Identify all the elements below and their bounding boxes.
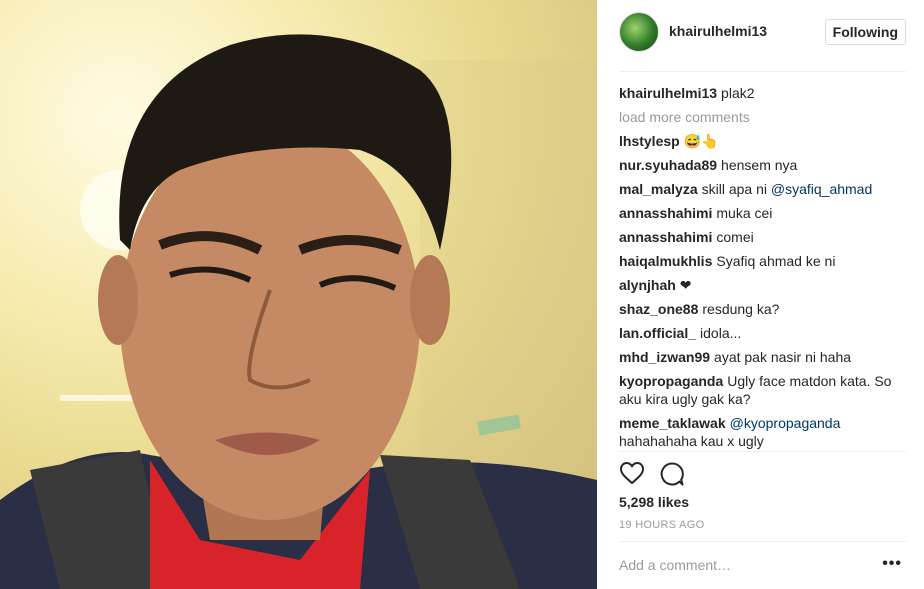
- selfie-illustration: [0, 34, 597, 589]
- mention-link[interactable]: @kyopropaganda: [730, 415, 841, 431]
- comment-text: hahahahaha kau x ugly: [619, 433, 764, 449]
- post-photo[interactable]: [0, 0, 597, 589]
- comment-item: nur.syuhada89 hensem nya: [619, 156, 909, 174]
- comment-text: ayat pak nasir ni haha: [714, 349, 852, 365]
- comment-text: Syafiq ahmad ke ni: [716, 253, 836, 269]
- post-details-panel: khairulhelmi13 Following khairulhelmi13 p…: [597, 0, 924, 589]
- comment-username[interactable]: haiqalmukhlis: [619, 253, 712, 269]
- instagram-post-view: khairulhelmi13 Following khairulhelmi13 p…: [0, 0, 924, 589]
- likes-count[interactable]: 5,298 likes: [619, 494, 689, 510]
- comment-username[interactable]: meme_taklawak: [619, 415, 726, 431]
- comment-username[interactable]: mal_malyza: [619, 181, 698, 197]
- mention-link[interactable]: @syafiq_ahmad: [771, 181, 872, 197]
- add-comment-input[interactable]: [619, 557, 869, 573]
- following-button[interactable]: Following: [824, 19, 906, 45]
- caption-username[interactable]: khairulhelmi13: [619, 85, 717, 101]
- post-timestamp[interactable]: 19 HOURS AGO: [619, 519, 705, 531]
- heart-icon[interactable]: [619, 461, 645, 490]
- comment-text: skill apa ni: [701, 181, 767, 197]
- comment-username[interactable]: nur.syuhada89: [619, 157, 717, 173]
- comment-text: muka cei: [716, 205, 773, 221]
- username-link[interactable]: khairulhelmi13: [669, 23, 767, 39]
- comment-username[interactable]: annasshahimi: [619, 205, 712, 221]
- comment-username[interactable]: kyopropaganda: [619, 373, 723, 389]
- comment-text: resdung ka?: [702, 301, 780, 317]
- comment-username[interactable]: alynjhah: [619, 277, 676, 293]
- comment-item: haiqalmukhlis Syafiq ahmad ke ni: [619, 252, 909, 270]
- post-header: khairulhelmi13 Following: [619, 12, 906, 52]
- comment-username[interactable]: lan.official_: [619, 325, 696, 341]
- load-more-comments-link[interactable]: load more comments: [619, 108, 909, 126]
- actions-divider: [619, 451, 906, 452]
- avatar[interactable]: [619, 12, 659, 52]
- comments-list[interactable]: khairulhelmi13 plak2 load more comments l…: [619, 84, 909, 450]
- comment-item: alynjhah ❤: [619, 276, 909, 294]
- caption: khairulhelmi13 plak2: [619, 84, 909, 102]
- comment-text: idola...: [700, 325, 742, 341]
- comment-item: meme_taklawak @kyopropaganda hahahahaha k…: [619, 414, 909, 450]
- comment-username[interactable]: mhd_izwan99: [619, 349, 710, 365]
- post-actions: [619, 461, 699, 487]
- comment-username[interactable]: lhstylesp: [619, 133, 680, 149]
- comment-item: shaz_one88 resdung ka?: [619, 300, 909, 318]
- comment-item: mhd_izwan99 ayat pak nasir ni haha: [619, 348, 909, 366]
- header-divider: [619, 71, 906, 72]
- comment-item: annasshahimi muka cei: [619, 204, 909, 222]
- comment-item: mal_malyza skill apa ni @syafiq_ahmad: [619, 180, 909, 198]
- comment-item: annasshahimi comei: [619, 228, 909, 246]
- comment-box-divider: [619, 541, 906, 542]
- add-comment-row: •••: [619, 555, 906, 577]
- comment-text: ❤: [679, 277, 692, 293]
- comment-text: comei: [716, 229, 754, 245]
- comment-text: hensem nya: [721, 157, 798, 173]
- comment-text: 😅👆: [683, 133, 719, 149]
- comment-username[interactable]: annasshahimi: [619, 229, 712, 245]
- caption-text: plak2: [721, 85, 755, 101]
- comment-item: lhstylesp 😅👆: [619, 132, 909, 150]
- comment-item: kyopropaganda Ugly face matdon kata. So a…: [619, 372, 909, 408]
- comment-bubble-icon[interactable]: [659, 461, 685, 492]
- comment-username[interactable]: shaz_one88: [619, 301, 698, 317]
- comment-item: lan.official_ idola...: [619, 324, 909, 342]
- more-options-icon[interactable]: •••: [882, 555, 902, 573]
